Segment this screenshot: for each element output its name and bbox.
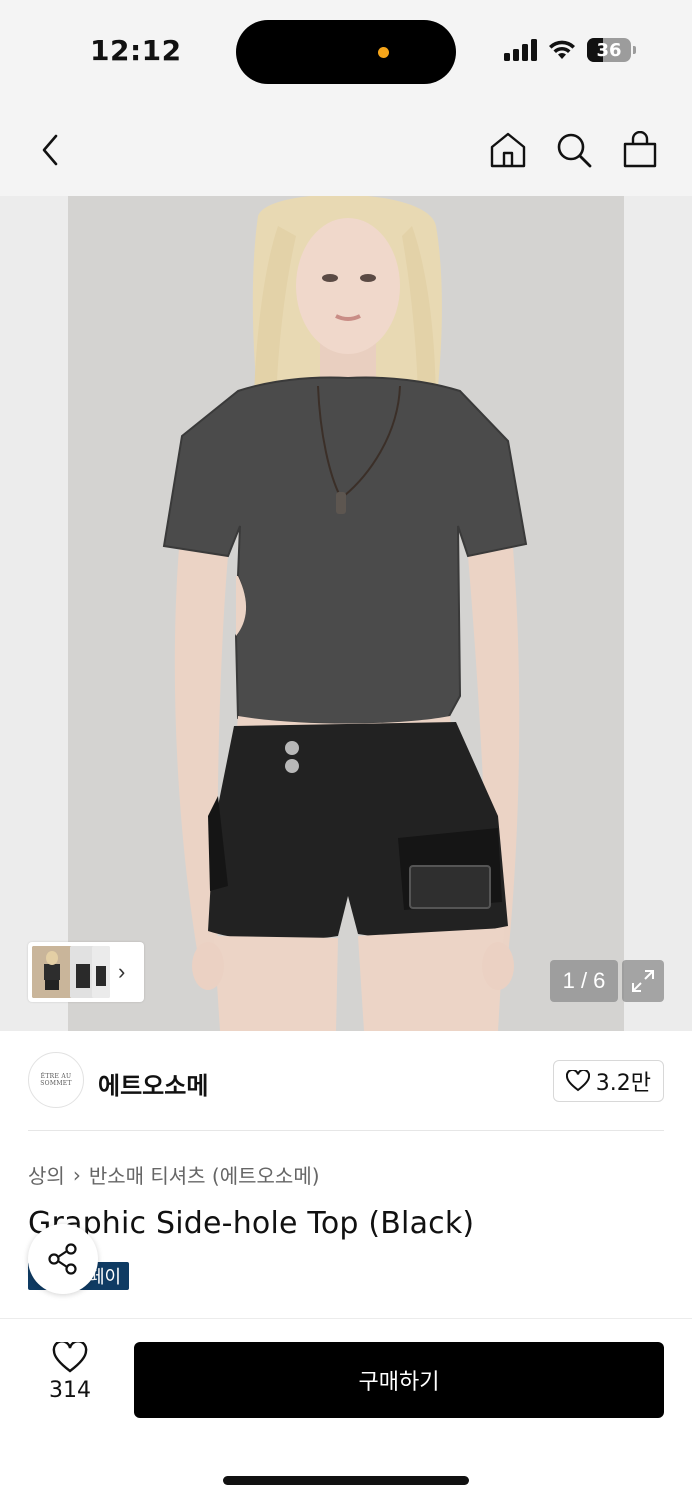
product-title: Graphic Side-hole Top (Black) <box>28 1206 475 1241</box>
wishlist-button[interactable]: 314 <box>40 1342 100 1403</box>
share-icon <box>48 1243 77 1275</box>
home-icon <box>490 132 526 168</box>
search-button[interactable] <box>554 128 594 172</box>
battery-level: 36 <box>596 39 622 61</box>
back-button[interactable] <box>30 128 70 172</box>
breadcrumb-subcategory[interactable]: 반소매 티셔츠 (에트오소메) <box>89 1160 320 1189</box>
thumbnail-strip[interactable]: › <box>28 942 144 1002</box>
wishlist-count: 314 <box>49 1378 91 1403</box>
home-button[interactable] <box>488 128 528 172</box>
brand-like-button[interactable]: 3.2만 <box>552 1060 664 1102</box>
brand-row: ÊTRE AU SOMMET 에트오소메 3.2만 <box>28 1052 664 1110</box>
brand-logo-text: ÊTRE AU SOMMET <box>40 1073 72 1087</box>
product-image-gallery[interactable]: › 1 / 6 <box>0 196 692 1031</box>
thumbnail-3[interactable] <box>92 946 110 998</box>
status-time: 12:12 <box>90 34 182 67</box>
share-button[interactable] <box>28 1224 98 1294</box>
heart-icon <box>565 1070 590 1092</box>
heart-icon <box>52 1342 88 1373</box>
product-photo[interactable] <box>68 196 624 1031</box>
recording-indicator-dot <box>378 47 389 58</box>
status-bar: 12:12 36 <box>0 0 692 100</box>
top-nav-bar <box>0 100 692 196</box>
thumbnail-next-arrow[interactable]: › <box>118 959 125 985</box>
expand-icon <box>632 970 654 992</box>
search-icon <box>557 133 592 168</box>
breadcrumb: 상의 › 반소매 티셔츠 (에트오소메) <box>28 1160 320 1189</box>
gallery-page-counter: 1 / 6 <box>550 960 618 1002</box>
brand-name[interactable]: 에트오소메 <box>98 1066 208 1101</box>
breadcrumb-category[interactable]: 상의 <box>28 1160 65 1189</box>
breadcrumb-separator: › <box>72 1162 81 1187</box>
thumbnail-1[interactable] <box>32 946 72 998</box>
home-indicator <box>223 1476 469 1485</box>
wifi-icon <box>549 40 575 59</box>
brand-logo[interactable]: ÊTRE AU SOMMET <box>28 1052 84 1108</box>
brand-like-count: 3.2만 <box>595 1071 651 1096</box>
expand-button[interactable] <box>622 960 664 1002</box>
bottom-bar-divider <box>0 1318 692 1319</box>
model-illustration <box>68 196 624 1031</box>
buy-button[interactable]: 구매하기 <box>134 1342 664 1418</box>
divider <box>28 1130 664 1131</box>
shopping-bag-icon <box>623 131 657 168</box>
battery-icon: 36 <box>587 38 631 62</box>
cart-button[interactable] <box>620 128 660 172</box>
dynamic-island <box>236 20 456 84</box>
cellular-signal-icon <box>504 39 537 61</box>
chevron-left-icon <box>42 134 58 166</box>
status-icons: 36 <box>504 38 636 62</box>
